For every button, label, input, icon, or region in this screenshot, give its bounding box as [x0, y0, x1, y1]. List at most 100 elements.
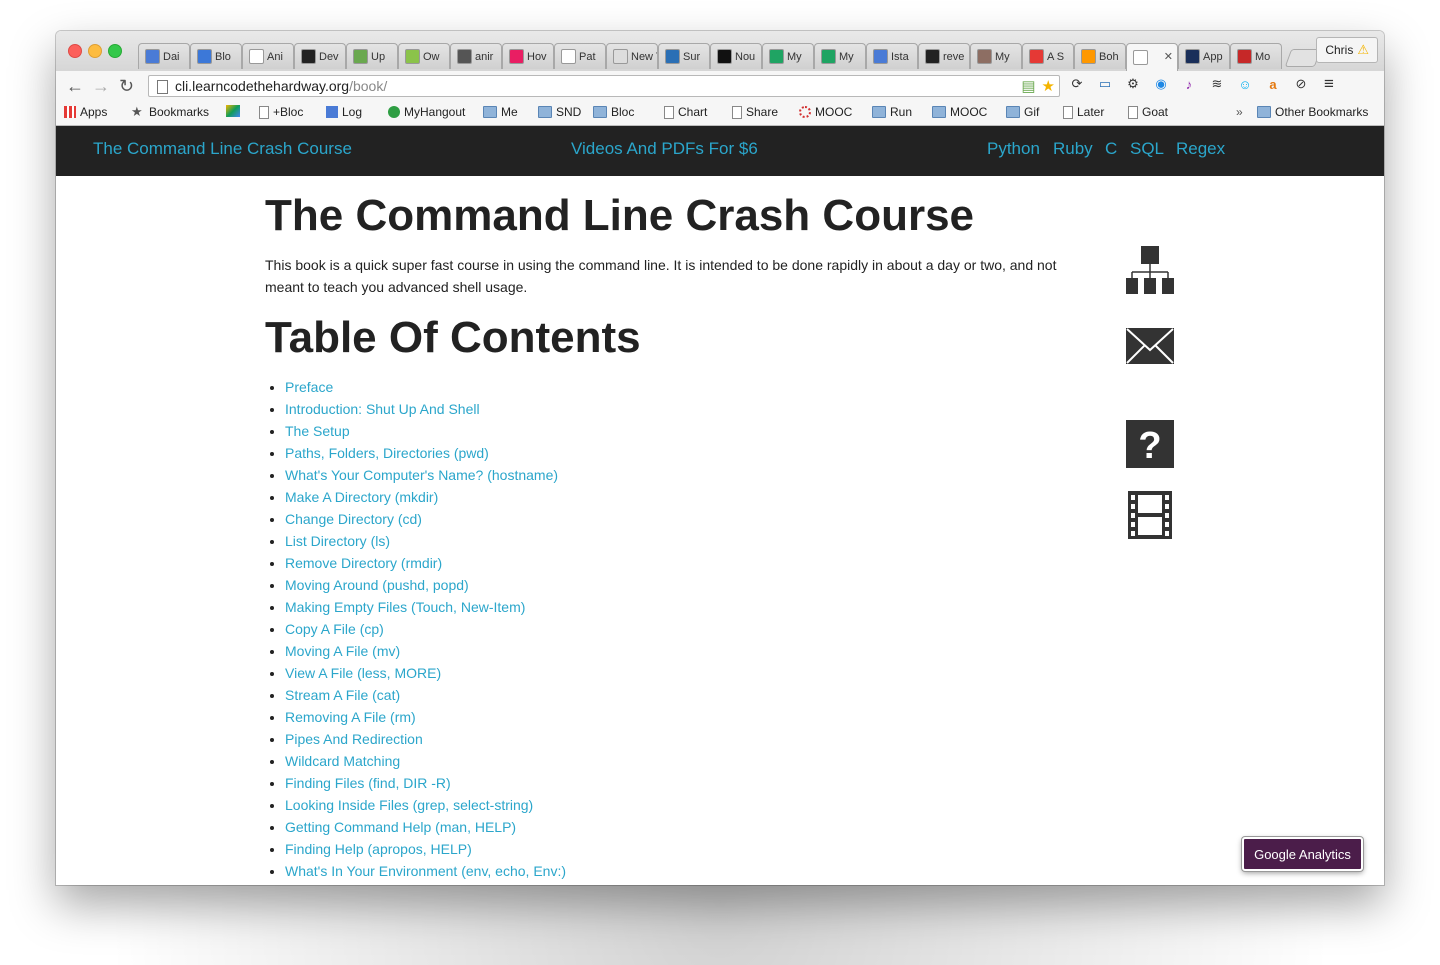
bookmark-item[interactable]: MOOC	[799, 105, 852, 119]
screenshot-icon[interactable]: ▭	[1096, 75, 1114, 93]
toc-link[interactable]: Making Empty Files (Touch, New-Item)	[285, 599, 525, 615]
bookmark-item[interactable]: Run	[872, 105, 912, 119]
buffer-icon[interactable]: ≋	[1208, 75, 1226, 93]
bookmarks-overflow-button[interactable]: »	[1236, 105, 1243, 119]
bookmark-item[interactable]: ★ Bookmarks	[131, 105, 209, 119]
toc-link[interactable]: Remove Directory (rmdir)	[285, 555, 442, 571]
gear-icon[interactable]: ⚙	[1124, 75, 1142, 93]
toc-link[interactable]: Paths, Folders, Directories (pwd)	[285, 445, 489, 461]
rss-icon[interactable]: ▤	[1021, 77, 1035, 95]
browser-tab[interactable]: Up	[346, 43, 398, 69]
browser-tab[interactable]: My	[814, 43, 866, 69]
browser-tab[interactable]: My	[970, 43, 1022, 69]
bookmark-item[interactable]: Apps	[64, 105, 107, 119]
music-note-icon[interactable]: ♪	[1180, 75, 1198, 93]
browser-tab[interactable]: Hov	[502, 43, 554, 69]
tab-label: App	[1203, 50, 1223, 63]
reload-button[interactable]: ↻	[119, 76, 134, 97]
nav-link-sql[interactable]: SQL	[1130, 139, 1164, 159]
nav-link-ruby[interactable]: Ruby	[1053, 139, 1093, 159]
minimize-window-button[interactable]	[88, 44, 102, 58]
browser-tab[interactable]: Boh	[1074, 43, 1126, 69]
bookmark-item[interactable]: SND	[538, 105, 581, 119]
toc-link[interactable]: Removing A File (rm)	[285, 709, 416, 725]
globe-icon[interactable]: ◉	[1152, 75, 1170, 93]
nav-link-regex[interactable]: Regex	[1176, 139, 1225, 159]
browser-tab[interactable]: Ow	[398, 43, 450, 69]
toc-link[interactable]: Stream A File (cat)	[285, 687, 400, 703]
other-bookmarks-folder[interactable]: Other Bookmarks	[1257, 105, 1368, 119]
sitemap-icon[interactable]	[1126, 246, 1174, 294]
bookmark-item[interactable]: Me	[483, 105, 518, 119]
browser-tab[interactable]: New T	[606, 43, 658, 69]
browser-tab[interactable]: My	[762, 43, 814, 69]
videos-promo-link[interactable]: Videos And PDFs For $6	[571, 139, 758, 159]
mail-icon[interactable]	[1126, 324, 1174, 372]
browser-tab[interactable]: App	[1178, 43, 1230, 69]
close-window-button[interactable]	[68, 44, 82, 58]
site-brand-link[interactable]: The Command Line Crash Course	[93, 139, 352, 159]
bookmark-item[interactable]: Later	[1063, 105, 1104, 119]
toc-link[interactable]: Wildcard Matching	[285, 753, 400, 769]
menu-icon[interactable]: ≡	[1320, 74, 1338, 93]
toc-link[interactable]: Moving A File (mv)	[285, 643, 400, 659]
forward-button[interactable]: →	[92, 76, 110, 97]
toc-link[interactable]: Copy A File (cp)	[285, 621, 384, 637]
toc-link[interactable]: Moving Around (pushd, popd)	[285, 577, 469, 593]
browser-tab[interactable]: reve	[918, 43, 970, 69]
zoom-window-button[interactable]	[108, 44, 122, 58]
film-icon[interactable]	[1126, 491, 1174, 539]
bookmark-item[interactable]: MOOC	[932, 105, 987, 119]
toc-link[interactable]: Make A Directory (mkdir)	[285, 489, 438, 505]
toc-link[interactable]: Change Directory (cd)	[285, 511, 422, 527]
browser-tab[interactable]: Nou	[710, 43, 762, 69]
bookmark-item[interactable]: Log	[326, 105, 362, 119]
browser-tab[interactable]: Blo	[190, 43, 242, 69]
toc-link[interactable]: View A File (less, MORE)	[285, 665, 441, 681]
browser-tab[interactable]: Dev	[294, 43, 346, 69]
toc-link[interactable]: Finding Files (find, DIR -R)	[285, 775, 451, 791]
nav-link-c[interactable]: C	[1105, 139, 1117, 159]
browser-tab[interactable]: A S	[1022, 43, 1074, 69]
bookmark-item[interactable]: Gif	[1006, 105, 1039, 119]
toc-link[interactable]: Getting Command Help (man, HELP)	[285, 819, 516, 835]
toc-link[interactable]: Looking Inside Files (grep, select-strin…	[285, 797, 533, 813]
browser-tab[interactable]: Ani	[242, 43, 294, 69]
toc-link[interactable]: Introduction: Shut Up And Shell	[285, 401, 480, 417]
browser-tab[interactable]: Dai	[138, 43, 190, 69]
bookmark-item[interactable]: +Bloc	[259, 105, 303, 119]
toc-item: Remove Directory (rmdir)	[285, 552, 566, 574]
bookmark-star-icon[interactable]: ★	[1042, 77, 1055, 95]
bookmark-item[interactable]: Chart	[664, 105, 707, 119]
browser-tab[interactable]: Mo	[1230, 43, 1282, 69]
sync-icon[interactable]: ⟳	[1068, 75, 1086, 93]
google-analytics-button[interactable]: Google Analytics	[1242, 837, 1363, 871]
toc-link[interactable]: Preface	[285, 379, 333, 395]
bookmark-item[interactable]: Bloc	[593, 105, 634, 119]
help-icon[interactable]: ?	[1126, 420, 1174, 468]
profile-button[interactable]: Chris ⚠	[1316, 37, 1378, 63]
bookmark-item[interactable]: Share	[732, 105, 778, 119]
back-button[interactable]: ←	[66, 76, 84, 97]
bookmark-item[interactable]: Goat	[1128, 105, 1168, 119]
browser-tab[interactable]: Pat	[554, 43, 606, 69]
toc-link[interactable]: List Directory (ls)	[285, 533, 390, 549]
address-bar[interactable]: cli.learncodethehardway.org/book/ ▤ ★	[148, 75, 1060, 97]
toc-item: Removing A File (rm)	[285, 706, 566, 728]
close-tab-icon[interactable]: ✕	[1164, 50, 1173, 63]
browser-tab[interactable]: Ista	[866, 43, 918, 69]
toc-link[interactable]: What's Your Computer's Name? (hostname)	[285, 467, 558, 483]
bookmark-item[interactable]: MyHangout	[388, 105, 465, 119]
compass-icon[interactable]: ⊘	[1292, 75, 1310, 93]
toc-link[interactable]: What's In Your Environment (env, echo, E…	[285, 863, 566, 879]
ghostery-icon[interactable]: ☺	[1236, 75, 1254, 93]
browser-tab[interactable]: anir	[450, 43, 502, 69]
nav-link-python[interactable]: Python	[987, 139, 1040, 159]
browser-tab[interactable]: ✕	[1126, 43, 1178, 71]
toc-link[interactable]: Finding Help (apropos, HELP)	[285, 841, 472, 857]
bookmark-item[interactable]	[226, 105, 240, 117]
toc-link[interactable]: The Setup	[285, 423, 350, 439]
toc-link[interactable]: Pipes And Redirection	[285, 731, 423, 747]
amazon-icon[interactable]: a	[1264, 75, 1282, 93]
browser-tab[interactable]: Sur	[658, 43, 710, 69]
